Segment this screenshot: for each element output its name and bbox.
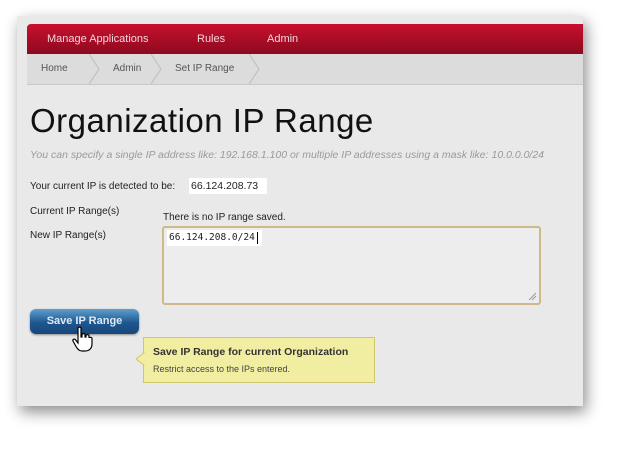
top-navigation: Manage Applications Rules Admin — [27, 24, 583, 54]
breadcrumb-separator-icon — [89, 54, 100, 84]
breadcrumb: Home Admin Set IP Range — [27, 54, 583, 85]
breadcrumb-home[interactable]: Home — [41, 54, 68, 84]
hand-pointer-icon — [72, 326, 93, 352]
text-caret — [256, 231, 258, 244]
page-title: Organization IP Range — [30, 102, 374, 139]
new-ip-range-text: 66.124.208.0/24 — [169, 232, 255, 243]
breadcrumb-admin[interactable]: Admin — [113, 54, 141, 84]
new-ranges-label: New IP Range(s) — [30, 230, 106, 241]
breadcrumb-separator-icon — [151, 54, 162, 84]
ip-format-hint: You can specify a single IP address like… — [30, 149, 545, 161]
current-ip-label: Your current IP is detected to be: — [30, 181, 176, 192]
nav-manage-applications[interactable]: Manage Applications — [47, 33, 149, 45]
current-ranges-label: Current IP Range(s) — [30, 206, 120, 217]
tooltip-body: Restrict access to the IPs entered. — [153, 364, 291, 374]
tooltip-title: Save IP Range for current Organization — [153, 346, 349, 358]
resize-grip-icon[interactable] — [528, 292, 537, 301]
breadcrumb-set-ip-range: Set IP Range — [175, 63, 235, 74]
breadcrumb-separator-icon — [249, 54, 260, 84]
current-ip-value: 66.124.208.73 — [189, 178, 267, 194]
nav-rules[interactable]: Rules — [197, 33, 225, 45]
nav-admin[interactable]: Admin — [267, 33, 298, 45]
new-ip-range-value: 66.124.208.0/24 — [167, 230, 262, 246]
save-tooltip: Save IP Range for current Organization R… — [136, 337, 375, 383]
current-ranges-value: There is no IP range saved. — [163, 212, 286, 223]
app-window: Manage Applications Rules Admin Home Adm… — [17, 16, 583, 406]
tooltip-arrow-icon — [136, 352, 145, 366]
